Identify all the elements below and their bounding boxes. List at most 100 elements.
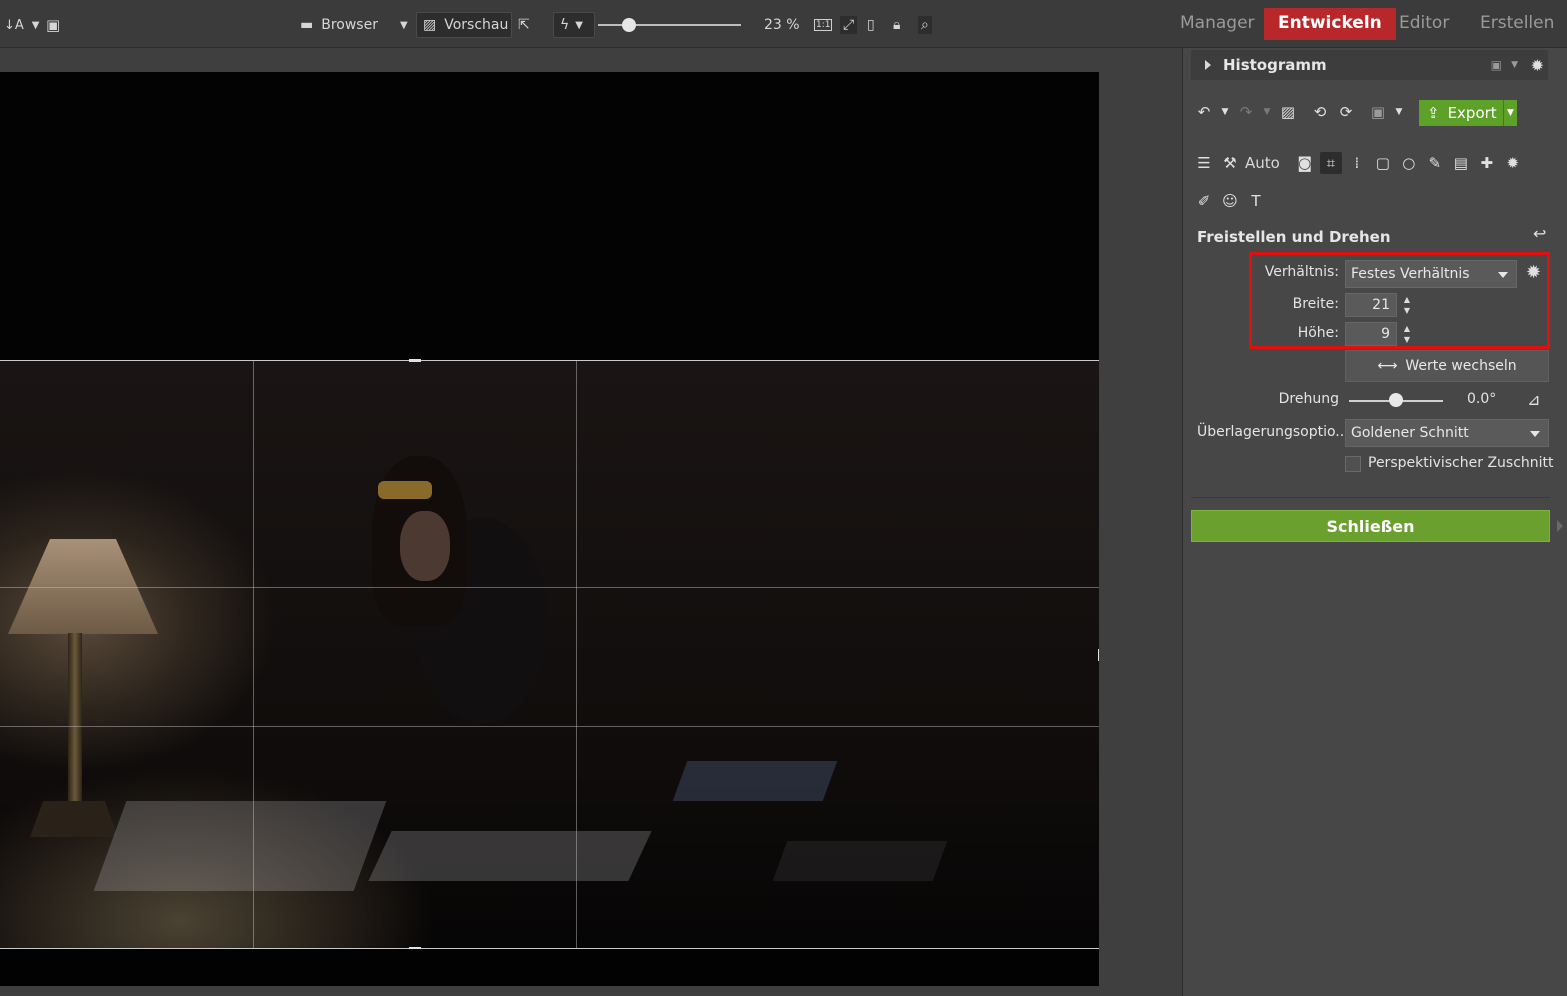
brush-icon[interactable]: ✎: [1424, 152, 1446, 174]
height-label: Höhe:: [1297, 325, 1339, 341]
papers-floor-center: [368, 831, 652, 881]
adjustments-icon[interactable]: ☰: [1193, 152, 1215, 174]
zoom-navigator-icon: ⌕: [918, 16, 932, 34]
histogram-header[interactable]: Histogramm ▣ ▼ ✹: [1191, 50, 1548, 80]
width-label: Breite:: [1292, 296, 1339, 312]
swap-arrows-icon: ⟷: [1377, 358, 1398, 374]
open-external-button[interactable]: ⇱: [518, 12, 530, 38]
width-input[interactable]: 21: [1345, 293, 1397, 317]
crop-handle-right[interactable]: [1098, 649, 1099, 661]
chevron-down-icon[interactable]: ▼: [1503, 100, 1517, 126]
preview-dropdown[interactable]: ▼: [400, 12, 408, 38]
gear-icon[interactable]: ✹: [1502, 152, 1524, 174]
tab-manager[interactable]: Manager: [1166, 8, 1269, 40]
fit-screen-button[interactable]: ⤢: [840, 12, 858, 38]
rotation-label: Drehung: [1278, 391, 1339, 407]
preview-button[interactable]: ▨ Vorschau: [416, 12, 512, 38]
histogram-title: Histogramm: [1223, 56, 1327, 74]
crop-icon[interactable]: ⌗: [1319, 152, 1342, 174]
straighten-icon[interactable]: ⊿: [1527, 390, 1540, 409]
auto-button[interactable]: Auto: [1245, 154, 1280, 172]
compare-button[interactable]: ▯: [867, 12, 875, 38]
export-icon: ⇪: [1427, 104, 1440, 122]
camera-icon[interactable]: ◙: [1294, 152, 1316, 174]
chevron-down-icon: ▼: [400, 19, 408, 31]
zoom-slider[interactable]: [598, 24, 741, 26]
undo-icon[interactable]: ↶: [1193, 101, 1215, 123]
quick-fix-button[interactable]: ϟ ▼: [553, 12, 595, 38]
navigator-button[interactable]: ⌕: [918, 12, 932, 38]
cropped-out-area-bottom: [0, 949, 1099, 986]
chevron-down-icon: ▼: [31, 19, 40, 31]
perspective-label[interactable]: Perspektivischer Zuschnitt: [1368, 455, 1554, 471]
gradient-filter-icon[interactable]: ▤: [1450, 152, 1472, 174]
tool-row-1: ☰ ⚒ Auto ◙ ⌗ ⁞ ▢ ○ ✎ ▤ ✚ ✹: [1193, 152, 1524, 174]
radial-filter-icon[interactable]: ○: [1398, 152, 1420, 174]
cropped-out-area-top: [0, 72, 1099, 360]
sort-button[interactable]: ↓A ▼: [4, 12, 40, 38]
one-to-one-icon: 1:1: [814, 19, 833, 31]
tab-create[interactable]: Erstellen: [1466, 8, 1567, 40]
grid-line-horizontal: [0, 726, 1099, 727]
lock-button[interactable]: 🔒︎: [893, 12, 900, 38]
zoom-slider-knob[interactable]: [622, 18, 636, 32]
perspective-checkbox[interactable]: [1345, 456, 1361, 472]
tab-editor[interactable]: Editor: [1385, 8, 1463, 40]
external-link-icon: ⇱: [518, 17, 530, 33]
save-icon[interactable]: ▣: [1367, 101, 1389, 123]
lightning-icon: ϟ: [560, 17, 570, 33]
chevron-down-icon[interactable]: ▼: [1393, 101, 1405, 123]
perspective-icon[interactable]: ⁞: [1346, 152, 1368, 174]
reset-icon[interactable]: ↩: [1533, 224, 1546, 243]
zoom-1-1-button[interactable]: 1:1: [814, 12, 833, 38]
browser-label: Browser: [321, 17, 378, 33]
crop-handle-top[interactable]: [409, 359, 421, 362]
chevron-down-icon[interactable]: ▼: [1219, 101, 1231, 123]
mask-icon[interactable]: ☺: [1219, 190, 1241, 212]
gear-icon[interactable]: ✹: [1531, 56, 1544, 75]
browser-button[interactable]: ▬ Browser: [300, 12, 378, 38]
collapse-panel-icon[interactable]: [1557, 520, 1563, 532]
redo-icon[interactable]: ↷: [1235, 101, 1257, 123]
swap-values-button[interactable]: ⟷ Werte wechseln: [1345, 350, 1549, 382]
preview-label: Vorschau: [444, 17, 509, 33]
rotation-value[interactable]: 0.0°: [1467, 391, 1496, 407]
history-toolbar: ↶ ▼ ↷ ▼ ▨ ⟲ ⟳ ▣ ▼: [1193, 101, 1405, 123]
healing-icon[interactable]: ✚: [1476, 152, 1498, 174]
ratio-select[interactable]: Festes Verhältnis: [1345, 260, 1517, 288]
chevron-down-icon: ▼: [575, 19, 583, 31]
eraser-icon[interactable]: ✐: [1193, 190, 1215, 212]
chevron-down-icon[interactable]: ▼: [1511, 60, 1518, 70]
expand-icon: [1205, 60, 1211, 70]
height-input[interactable]: 9: [1345, 322, 1397, 346]
section-header: Freistellen und Drehen: [1197, 228, 1391, 246]
new-folder-button[interactable]: ▣: [46, 12, 60, 38]
rotate-right-icon[interactable]: ⟳: [1335, 101, 1357, 123]
crop-frame[interactable]: [0, 359, 1099, 950]
grid-line-vertical: [253, 361, 254, 948]
person-face: [400, 511, 450, 581]
overlay-select[interactable]: Goldener Schnitt: [1345, 419, 1549, 447]
export-button[interactable]: ⇪ Export ▼: [1419, 100, 1517, 126]
text-icon[interactable]: T: [1245, 190, 1267, 212]
frame-icon[interactable]: ▢: [1372, 152, 1394, 174]
gear-icon[interactable]: ✹: [1526, 262, 1541, 283]
camera-small-icon[interactable]: ▣: [1491, 58, 1502, 72]
ratio-label: Verhältnis:: [1264, 264, 1339, 280]
chevron-down-icon[interactable]: ▼: [1261, 101, 1273, 123]
original-image-icon[interactable]: ▨: [1277, 101, 1299, 123]
papers-floor-far-right: [772, 841, 948, 881]
rotate-left-icon[interactable]: ⟲: [1309, 101, 1331, 123]
compare-icon: ▯: [867, 17, 875, 33]
height-stepper[interactable]: ▲ ▼: [1401, 323, 1413, 345]
magic-wand-icon[interactable]: ⚒: [1219, 152, 1241, 174]
close-button[interactable]: Schließen: [1191, 510, 1550, 542]
fit-screen-icon: ⤢: [840, 16, 858, 34]
photo: [0, 72, 1099, 986]
lamp-stand: [68, 633, 82, 803]
tab-develop[interactable]: Entwickeln: [1264, 8, 1396, 40]
rotation-slider-knob[interactable]: [1389, 393, 1403, 407]
width-stepper[interactable]: ▲ ▼: [1401, 294, 1413, 316]
tool-row-2: ✐ ☺ T: [1193, 190, 1267, 212]
image-canvas[interactable]: [0, 48, 1182, 996]
